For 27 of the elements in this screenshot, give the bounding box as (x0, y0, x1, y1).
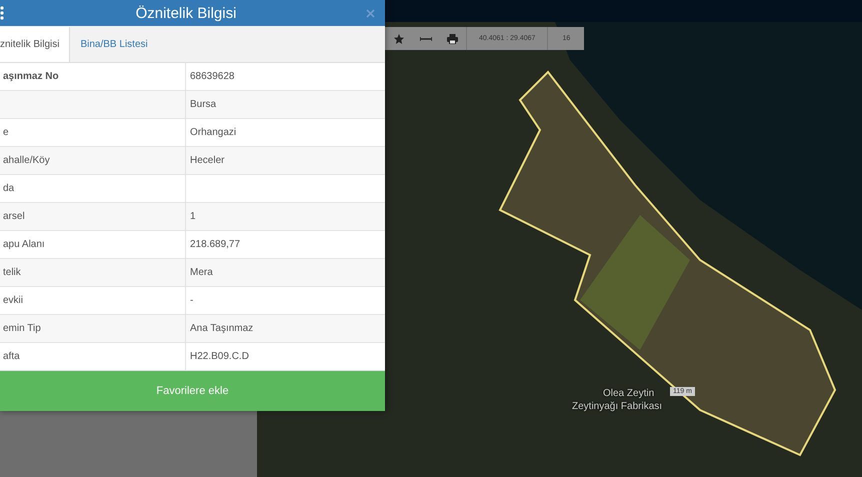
add-to-favorites-button[interactable]: Favorilere ekle (0, 371, 385, 411)
attribute-value: 218.689,77 (185, 231, 385, 258)
place-label: Zeytinyağı Fabrikası (572, 401, 662, 412)
attribute-value: Ana Taşınmaz (185, 315, 385, 342)
attribute-value: 1 (185, 203, 385, 230)
attribute-label: evkii (2, 294, 24, 308)
attribute-label: emin Tip (2, 322, 42, 336)
attribute-value: - (185, 287, 385, 314)
attribute-label: afta (2, 350, 21, 364)
attribute-value: Orhangazi (185, 119, 385, 146)
attribute-label: apu Alanı (2, 238, 46, 252)
attribute-value: H22.B09.C.D (185, 343, 385, 370)
tab[interactable]: Bina/BB Listesi (72, 27, 158, 62)
attribute-value: Heceler (185, 147, 385, 174)
attribute-value: Bursa (185, 91, 385, 118)
tab[interactable]: znitelik Bilgisi (0, 27, 70, 62)
dialog-title: Öznitelik Bilgisi (136, 4, 236, 22)
attribute-label: ahalle/Köy (2, 154, 51, 168)
attribute-label: arsel (2, 210, 26, 224)
attribute-value: Mera (185, 259, 385, 286)
attribute-value: 68639628 (185, 63, 385, 90)
place-label: Olea Zeytin (603, 388, 654, 399)
attribute-label: telik (2, 266, 22, 280)
attribute-label: e (2, 126, 10, 140)
attribute-label: da (2, 182, 16, 196)
attribute-label: aşınmaz No (2, 70, 60, 84)
kebab-menu-icon[interactable] (0, 6, 6, 20)
